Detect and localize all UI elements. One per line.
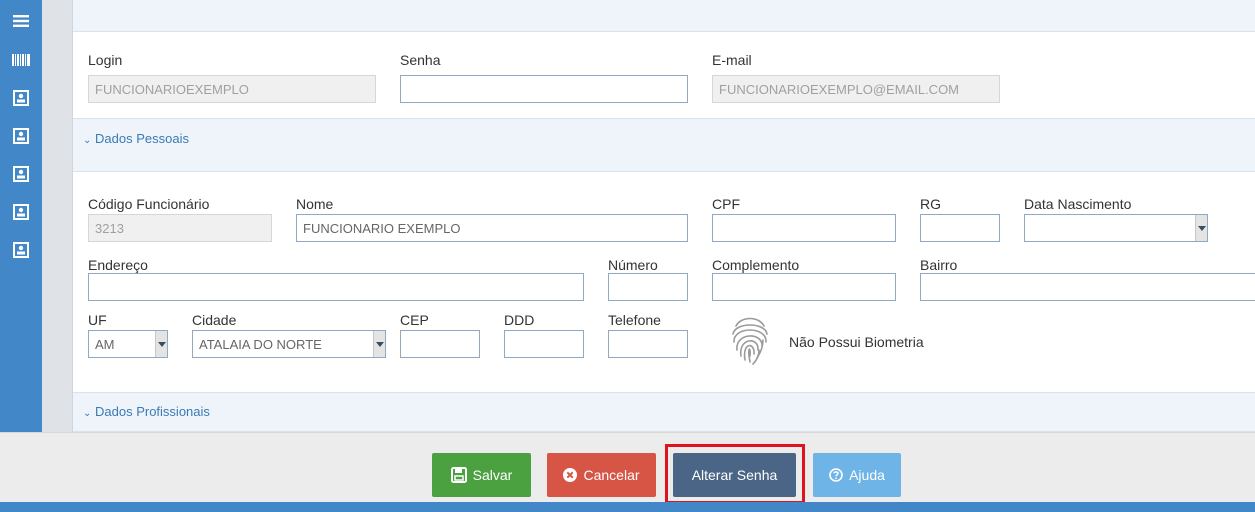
save-button[interactable]: Salvar [432, 453, 531, 497]
birth-date-select[interactable] [1024, 214, 1208, 242]
fingerprint-icon [727, 312, 773, 370]
number-label: Número [608, 257, 658, 273]
uf-value: AM [95, 336, 115, 352]
form-panel: Login FUNCIONARIOEXEMPLO Senha E-mail FU… [72, 0, 1255, 432]
contact-card-icon[interactable] [0, 155, 42, 193]
password-field[interactable] [400, 75, 688, 103]
employee-code-label: Código Funcionário [88, 196, 210, 212]
cep-field[interactable] [400, 330, 480, 358]
district-field[interactable] [920, 273, 1255, 301]
contact-card-icon[interactable] [0, 193, 42, 231]
complement-field[interactable] [712, 273, 896, 301]
save-button-label: Salvar [472, 467, 513, 483]
city-value: ATALAIA DO NORTE [199, 336, 322, 352]
biometry-status-text: Não Possui Biometria [789, 334, 924, 350]
email-field: FUNCIONARIOEXEMPLO@EMAIL.COM [712, 75, 1000, 103]
uf-select[interactable]: AM [88, 330, 168, 358]
employee-code-field: 3213 [88, 214, 272, 242]
cancel-icon [563, 468, 578, 482]
number-field[interactable] [608, 273, 688, 301]
contact-card-icon[interactable] [0, 231, 42, 269]
ddd-field[interactable] [504, 330, 584, 358]
login-field: FUNCIONARIOEXEMPLO [88, 75, 376, 103]
rg-field[interactable] [920, 214, 1000, 242]
section-title-personal: ⌄ Dados Pessoais [83, 131, 189, 146]
phone-field[interactable] [608, 330, 688, 358]
district-label: Bairro [920, 257, 958, 273]
barcode-icon[interactable] [0, 41, 42, 79]
city-select[interactable]: ATALAIA DO NORTE [192, 330, 386, 358]
cpf-field[interactable] [712, 214, 896, 242]
highlight-box [665, 444, 805, 504]
cpf-label: CPF [712, 196, 740, 212]
contact-card-icon[interactable] [0, 117, 42, 155]
contact-card-icon[interactable] [0, 79, 42, 117]
login-label: Login [88, 52, 123, 68]
section-header-professional[interactable]: ⌄ Dados Profissionais [73, 392, 1255, 432]
section-title-personal-text: Dados Pessoais [95, 131, 189, 146]
cep-label: CEP [400, 312, 429, 328]
dropdown-arrow-icon[interactable] [373, 331, 385, 357]
help-button-label: Ajuda [849, 467, 885, 483]
phone-label: Telefone [608, 312, 661, 328]
section-title-professional: ⌄ Dados Profissionais [83, 404, 210, 419]
help-button[interactable]: Ajuda [813, 453, 901, 497]
section-header-personal[interactable]: ⌄ Dados Pessoais [73, 118, 1255, 172]
sidebar-gutter [42, 0, 72, 436]
cancel-button-label: Cancelar [583, 467, 640, 483]
chevron-down-icon: ⌄ [83, 408, 92, 419]
save-icon [450, 467, 467, 483]
email-label: E-mail [712, 52, 752, 68]
complement-label: Complemento [712, 257, 800, 273]
chevron-down-icon: ⌄ [83, 135, 92, 146]
password-label: Senha [400, 52, 441, 68]
dropdown-arrow-icon[interactable] [155, 331, 167, 357]
name-field[interactable]: FUNCIONARIO EXEMPLO [296, 214, 688, 242]
section-title-professional-text: Dados Profissionais [95, 404, 210, 419]
rg-label: RG [920, 196, 941, 212]
name-label: Nome [296, 196, 334, 212]
uf-label: UF [88, 312, 107, 328]
menu-icon[interactable] [0, 2, 42, 40]
cancel-button[interactable]: Cancelar [547, 453, 656, 497]
footer-toolbar: Salvar Cancelar Alterar Senha Ajuda [0, 432, 1255, 502]
dropdown-arrow-icon[interactable] [1195, 215, 1207, 241]
address-field[interactable] [88, 273, 584, 301]
address-label: Endereço [88, 257, 148, 273]
city-label: Cidade [192, 312, 237, 328]
ddd-label: DDD [504, 312, 535, 328]
bottom-bar [0, 502, 1255, 512]
section-header-access[interactable] [73, 0, 1255, 32]
help-icon [829, 468, 843, 482]
birth-date-label: Data Nascimento [1024, 196, 1132, 212]
